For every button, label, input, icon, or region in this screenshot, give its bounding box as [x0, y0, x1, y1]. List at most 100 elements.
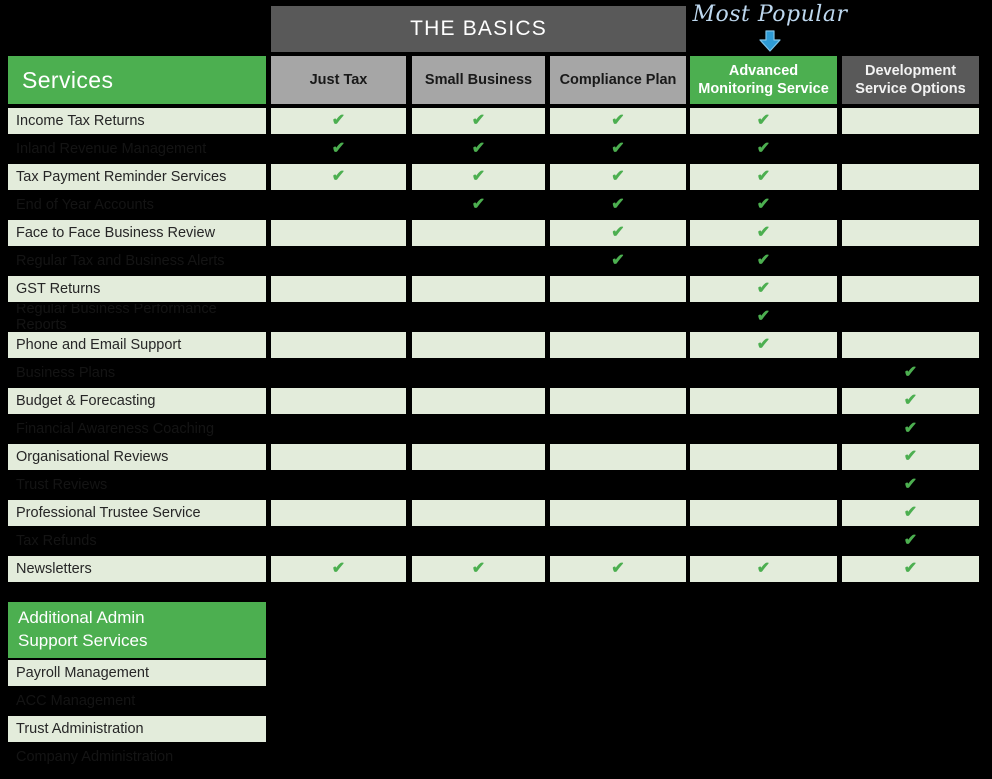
service-cell: ✔: [550, 192, 686, 218]
service-cell: [690, 416, 837, 442]
check-icon: ✔: [903, 448, 918, 465]
service-cell: ✔: [842, 500, 979, 526]
check-icon: ✔: [471, 140, 486, 157]
column-header-advanced-monitoring-service[interactable]: Advanced Monitoring Service: [690, 56, 837, 104]
service-cell: ✔: [690, 136, 837, 162]
service-cell: ✔: [690, 220, 837, 246]
service-cell: ✔: [412, 192, 545, 218]
check-icon: ✔: [471, 168, 486, 185]
service-row-label: Regular Tax and Business Alerts: [8, 248, 266, 274]
check-icon: ✔: [756, 252, 771, 269]
service-cell: [550, 360, 686, 386]
service-cell: ✔: [690, 248, 837, 274]
service-cell: ✔: [550, 164, 686, 190]
service-cell: ✔: [271, 136, 406, 162]
service-cell: ✔: [690, 556, 837, 582]
check-icon: ✔: [331, 112, 346, 129]
service-row-label: Business Plans: [8, 360, 266, 386]
check-icon: ✔: [756, 336, 771, 353]
service-row-label: Tax Payment Reminder Services: [8, 164, 266, 190]
service-cell: ✔: [842, 388, 979, 414]
service-cell: [412, 416, 545, 442]
service-cell: [412, 276, 545, 302]
check-icon: ✔: [471, 560, 486, 577]
service-cell: [550, 444, 686, 470]
service-cell: [271, 304, 406, 330]
service-cell: ✔: [842, 444, 979, 470]
service-cell: ✔: [690, 108, 837, 134]
service-cell: [271, 528, 406, 554]
service-cell: [412, 304, 545, 330]
service-cell: [550, 332, 686, 358]
additional-admin-header-line-2: Support Services: [18, 631, 148, 650]
service-cell: [842, 304, 979, 330]
check-icon: ✔: [756, 140, 771, 157]
service-cell: ✔: [412, 164, 545, 190]
column-header-small-business[interactable]: Small Business: [412, 56, 545, 104]
service-row-label: Income Tax Returns: [8, 108, 266, 134]
check-icon: ✔: [756, 560, 771, 577]
service-cell: ✔: [271, 164, 406, 190]
the-basics-banner: THE BASICS: [271, 6, 686, 52]
service-cell: [412, 220, 545, 246]
service-cell: [271, 500, 406, 526]
service-cell: ✔: [690, 276, 837, 302]
check-icon: ✔: [756, 224, 771, 241]
check-icon: ✔: [611, 224, 625, 241]
service-cell: [842, 164, 979, 190]
service-row-label: Trust Reviews: [8, 472, 266, 498]
service-cell: [412, 472, 545, 498]
service-cell: [842, 332, 979, 358]
service-cell: [842, 248, 979, 274]
service-cell: ✔: [271, 108, 406, 134]
check-icon: ✔: [471, 196, 486, 213]
service-cell: [271, 332, 406, 358]
additional-admin-header: Additional Admin Support Services: [8, 602, 266, 658]
admin-row-label: Trust Administration: [8, 716, 266, 742]
column-header-just-tax[interactable]: Just Tax: [271, 56, 406, 104]
service-cell: [842, 220, 979, 246]
check-icon: ✔: [611, 168, 625, 185]
service-row-label: Tax Refunds: [8, 528, 266, 554]
check-icon: ✔: [756, 168, 771, 185]
service-cell: [412, 332, 545, 358]
admin-row-label: Company Administration: [8, 744, 266, 770]
service-cell: ✔: [550, 220, 686, 246]
additional-admin-header-line-1: Additional Admin: [18, 608, 145, 628]
service-row-label: Phone and Email Support: [8, 332, 266, 358]
service-row-label: Regular Business Performance Reports: [8, 304, 266, 330]
service-cell: [412, 500, 545, 526]
service-cell: ✔: [412, 556, 545, 582]
service-row-label: Face to Face Business Review: [8, 220, 266, 246]
service-row-label: Inland Revenue Management: [8, 136, 266, 162]
check-icon: ✔: [903, 532, 918, 549]
check-icon: ✔: [331, 140, 346, 157]
service-cell: ✔: [550, 136, 686, 162]
service-cell: [690, 360, 837, 386]
service-cell: [550, 472, 686, 498]
service-row-label: Budget & Forecasting: [8, 388, 266, 414]
services-column-header: Services: [8, 56, 266, 104]
service-cell: [271, 276, 406, 302]
check-icon: ✔: [611, 140, 625, 157]
column-header-compliance-plan[interactable]: Compliance Plan: [550, 56, 686, 104]
service-cell: [271, 388, 406, 414]
check-icon: ✔: [903, 560, 918, 577]
service-cell: ✔: [690, 164, 837, 190]
check-icon: ✔: [471, 112, 486, 129]
check-icon: ✔: [903, 364, 918, 381]
admin-row-label: Payroll Management: [8, 660, 266, 686]
service-cell: ✔: [271, 556, 406, 582]
service-cell: [550, 500, 686, 526]
column-header-development-service-options[interactable]: Development Service Options: [842, 56, 979, 104]
service-cell: ✔: [690, 304, 837, 330]
service-cell: [842, 192, 979, 218]
service-cell: ✔: [842, 556, 979, 582]
most-popular-label: Most Popular: [692, 2, 848, 27]
service-cell: [271, 192, 406, 218]
most-popular-callout: Most Popular: [688, 4, 852, 58]
service-cell: [690, 500, 837, 526]
service-cell: [690, 472, 837, 498]
service-cell: [271, 416, 406, 442]
service-cell: [412, 360, 545, 386]
